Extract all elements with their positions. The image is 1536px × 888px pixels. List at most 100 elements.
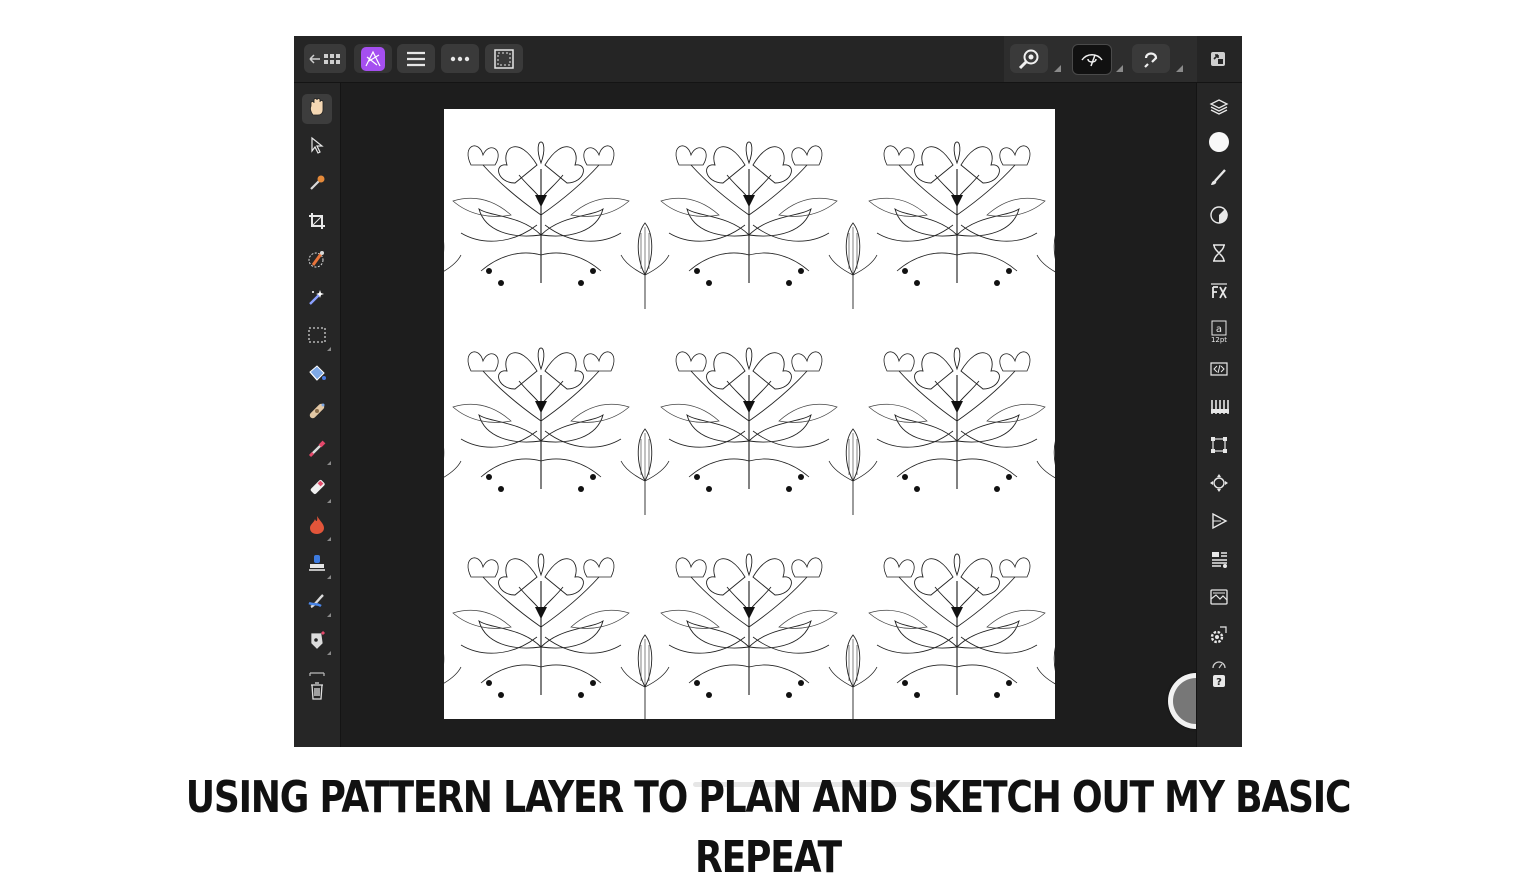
back-to-gallery-button[interactable]	[304, 44, 346, 73]
navigator-studio-icon	[1209, 473, 1229, 497]
menu-icon	[406, 51, 426, 67]
brushes-studio-icon	[1209, 167, 1229, 191]
clone-tool-more	[327, 575, 331, 579]
macro-studio[interactable]	[1204, 356, 1234, 386]
navigator-studio[interactable]	[1204, 470, 1234, 500]
settings-studio-icon	[1209, 625, 1229, 649]
snapping-icon	[1142, 50, 1160, 68]
snapshots-studio-icon	[1209, 587, 1229, 611]
layers-studio[interactable]	[1204, 94, 1234, 124]
hand-tool[interactable]	[302, 94, 332, 124]
stock-studio[interactable]	[1204, 546, 1234, 576]
erase-brush-tool[interactable]	[302, 474, 332, 504]
more-options-button[interactable]	[441, 44, 479, 73]
fill-tool[interactable]	[302, 360, 332, 390]
back-to-gallery-icon	[308, 52, 342, 66]
paint-brush-tool[interactable]	[302, 436, 332, 466]
selection-button[interactable]	[485, 44, 523, 73]
crop-tool-icon	[308, 212, 326, 234]
channels-studio-icon	[1209, 397, 1229, 421]
canvas-area[interactable]	[341, 83, 1224, 787]
marquee-tool-icon	[307, 325, 327, 349]
color-studio[interactable]	[1204, 129, 1234, 159]
transform-studio-icon	[1209, 435, 1229, 459]
snapshots-studio[interactable]	[1204, 584, 1234, 614]
zoom-options-corner[interactable]	[1054, 65, 1061, 72]
svg-text:a: a	[1216, 324, 1222, 335]
clone-tool-icon	[307, 553, 327, 577]
settings-studio[interactable]	[1204, 622, 1234, 652]
delete-button[interactable]	[302, 669, 332, 707]
crop-tool[interactable]	[302, 208, 332, 238]
trash-icon	[308, 671, 326, 705]
color-picker-tool-icon	[308, 174, 326, 196]
floral-pattern-artwork	[444, 109, 1055, 719]
marquee-tool[interactable]	[302, 322, 332, 352]
tools-panel	[294, 83, 341, 747]
burn-tool-icon	[307, 515, 327, 539]
color-picker-tool[interactable]	[302, 170, 332, 200]
pen-tool-icon	[307, 629, 327, 653]
menu-button[interactable]	[397, 44, 435, 73]
color-studio-icon	[1208, 131, 1230, 157]
clone-tool[interactable]	[302, 550, 332, 580]
healing-tool-icon	[307, 401, 327, 425]
snapping-button[interactable]	[1132, 44, 1170, 73]
fx-studio-icon	[1209, 281, 1229, 305]
document-canvas[interactable]	[444, 109, 1055, 719]
burn-tool[interactable]	[302, 512, 332, 542]
top-toolbar	[294, 36, 1242, 83]
fullscreen-button[interactable]	[1207, 44, 1229, 73]
erase-brush-tool-icon	[307, 477, 327, 501]
adjustments-studio[interactable]	[1204, 202, 1234, 232]
selection-brush-tool[interactable]	[302, 246, 332, 276]
video-caption: USING PATTERN LAYER TO PLAN AND SKETCH O…	[185, 772, 1352, 883]
move-tool[interactable]	[302, 132, 332, 162]
move-tool-icon	[308, 136, 326, 158]
history-studio[interactable]	[1204, 240, 1234, 270]
view-mode-icon	[1081, 53, 1103, 67]
text-studio-size-label: 12pt	[1210, 336, 1228, 344]
zoom-view-icon	[1018, 48, 1040, 70]
view-mode-corner[interactable]	[1116, 65, 1123, 72]
svg-text:?: ?	[1216, 677, 1222, 688]
pen-tool-more	[327, 651, 331, 655]
play-studio[interactable]	[1204, 508, 1234, 538]
more-options-icon	[450, 56, 470, 62]
zoom-view-button[interactable]	[1010, 44, 1048, 73]
smudge-tool-more	[327, 613, 331, 617]
selection-brush-tool-icon	[307, 249, 327, 273]
transform-studio[interactable]	[1204, 432, 1234, 462]
play-studio-icon	[1209, 511, 1229, 535]
marquee-tool-more	[327, 347, 331, 351]
persona-button[interactable]	[354, 44, 392, 73]
text-studio-icon: a 12pt	[1211, 320, 1227, 344]
healing-tool[interactable]	[302, 398, 332, 428]
help-studio-icon: ?	[1210, 659, 1228, 695]
brushes-studio[interactable]	[1204, 164, 1234, 194]
help-studio[interactable]: ?	[1204, 657, 1234, 697]
paint-brush-tool-more	[327, 461, 331, 465]
paint-brush-tool-icon	[307, 439, 327, 463]
macro-studio-icon	[1209, 359, 1229, 383]
adjustments-studio-icon	[1209, 205, 1229, 229]
view-mode-button[interactable]	[1072, 44, 1112, 75]
burn-tool-more	[327, 537, 331, 541]
hand-tool-icon	[307, 97, 327, 121]
text-studio[interactable]: a 12pt	[1204, 314, 1234, 350]
pen-tool[interactable]	[302, 626, 332, 656]
smudge-tool[interactable]	[302, 588, 332, 618]
channels-studio[interactable]	[1204, 394, 1234, 424]
fullscreen-icon	[1210, 51, 1226, 67]
affinity-photo-app: a 12pt ?	[294, 36, 1242, 787]
snapping-options-corner[interactable]	[1176, 65, 1183, 72]
selection-icon	[494, 48, 514, 69]
erase-brush-tool-more	[327, 499, 331, 503]
flood-select-tool[interactable]	[302, 284, 332, 314]
layers-studio-icon	[1209, 97, 1229, 121]
stock-studio-icon	[1209, 549, 1229, 573]
history-studio-icon	[1210, 243, 1228, 267]
smudge-tool-icon	[307, 591, 327, 615]
fx-studio[interactable]	[1204, 278, 1234, 308]
fill-tool-icon	[307, 363, 327, 387]
